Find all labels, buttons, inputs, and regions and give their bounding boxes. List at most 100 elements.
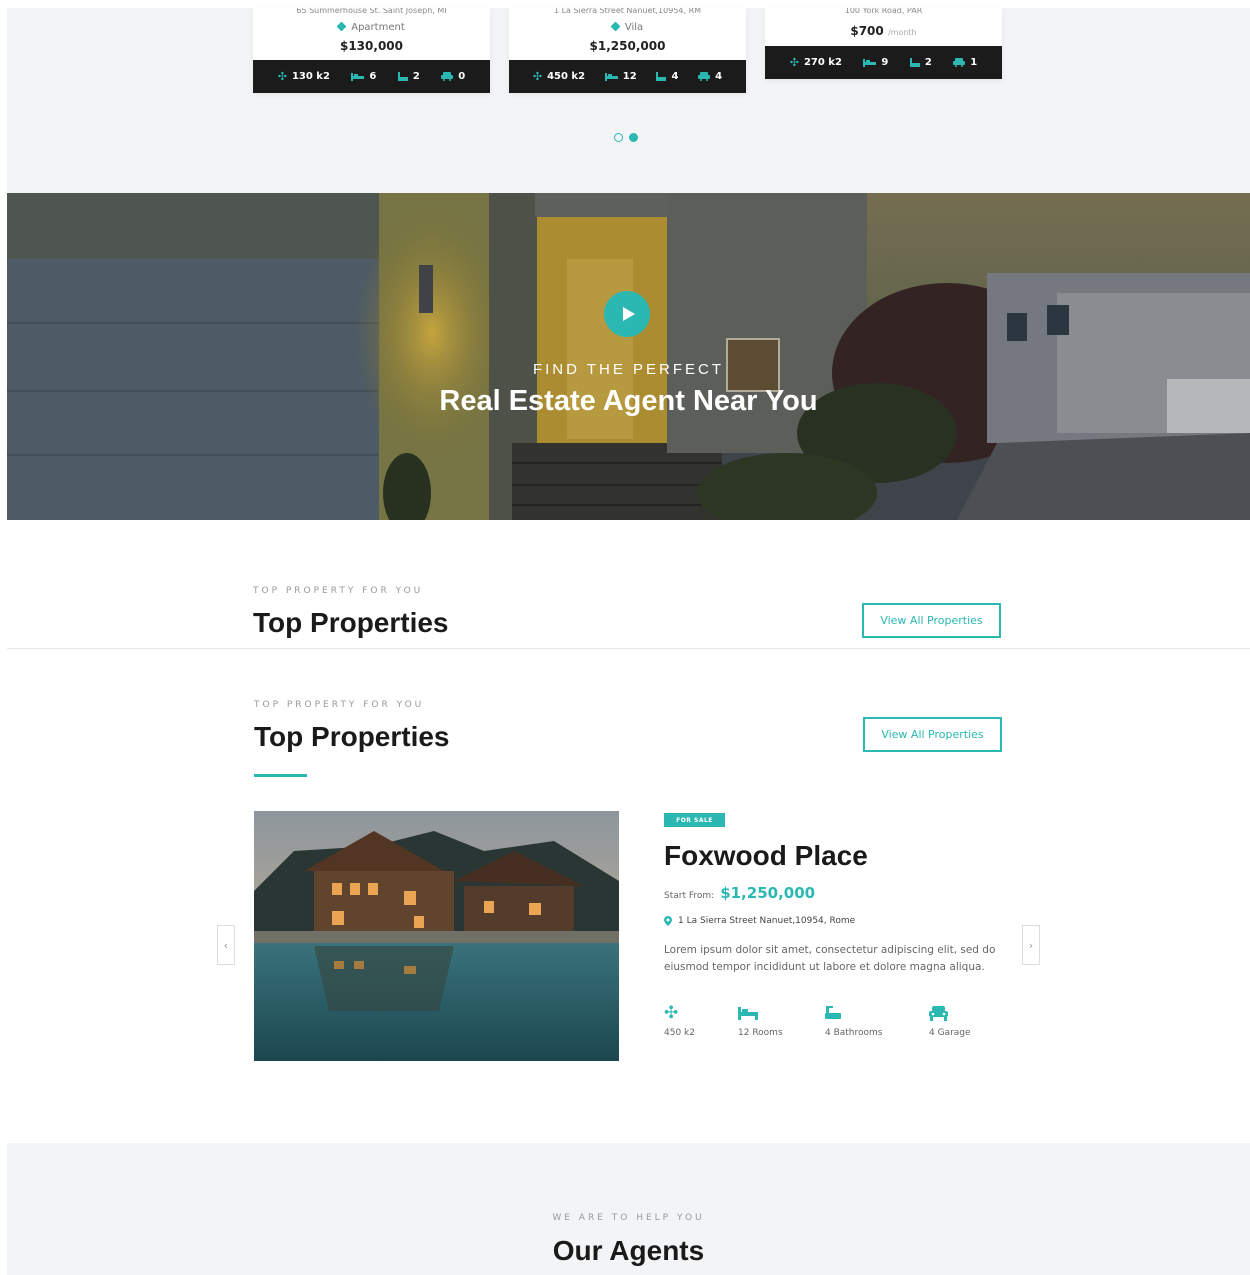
bath-icon (909, 57, 920, 67)
listing-price-value: $130,000 (339, 39, 403, 53)
listing-carousel: 65 Summerhouse St. Saint Joseph, MI Apar… (7, 8, 1250, 193)
carousel-pagination (614, 133, 638, 142)
price-label: Start From: (664, 891, 715, 901)
prev-arrow-button[interactable]: ‹ (217, 925, 235, 965)
section-label: TOP PROPERTY FOR YOU (253, 586, 424, 596)
listing-address: 65 Summerhouse St. Saint Joseph, MI (296, 8, 447, 15)
property-address: 1 La Sierra Street Nanuet,10954, Rome (664, 916, 855, 926)
listing-type: Apartment (253, 21, 490, 33)
beds-value: 9 (881, 57, 889, 68)
baths-value: 2 (924, 57, 932, 68)
beds-value: 6 (369, 71, 377, 82)
listing-price: $1,250,000 (509, 39, 746, 53)
hero-title: Real Estate Agent Near You (439, 385, 818, 417)
bed-icon (351, 73, 365, 81)
property-address-text: 1 La Sierra Street Nanuet,10954, Rome (678, 916, 856, 926)
garage-value: 4 (715, 71, 723, 82)
car-icon (698, 72, 711, 81)
listing-card[interactable]: 65 Summerhouse St. Saint Joseph, MI Apar… (253, 8, 490, 93)
area-value: 130 k2 (291, 71, 330, 82)
chevron-right-icon: › (1028, 938, 1034, 952)
feature-rooms: 12 Rooms (738, 1004, 783, 1038)
listing-feature-bar: ✣ 270 k2 9 2 1 (765, 46, 1002, 79)
for-sale-badge: FOR SALE (664, 813, 725, 827)
bath-icon (656, 71, 667, 81)
arrows-icon: ✣ (277, 70, 287, 83)
feature-area: ✣ 450 k2 (664, 1004, 695, 1038)
section-title: Top Properties (254, 721, 450, 752)
area-feature: ✣ 130 k2 (278, 70, 330, 83)
listing-type-label: Vila (624, 22, 644, 33)
bath-icon (825, 1004, 882, 1022)
listing-price: $700 /month (765, 24, 1002, 38)
beds-feature: 6 (351, 71, 376, 82)
arrows-icon: ✣ (789, 56, 799, 69)
baths-value: 2 (412, 71, 420, 82)
agents-label: WE ARE TO HELP YOU (552, 1213, 705, 1223)
listing-price-value: $700 (850, 24, 884, 38)
feature-bathrooms: 4 Bathrooms (825, 1004, 882, 1038)
property-description: Lorem ipsum dolor sit amet, consectetur … (664, 944, 996, 973)
area-value: 270 k2 (803, 57, 842, 68)
garage-feature: 0 (441, 71, 465, 82)
page: 65 Summerhouse St. Saint Joseph, MI Apar… (0, 0, 1250, 1275)
car-icon (953, 58, 966, 67)
listing-feature-bar: ✣ 130 k2 6 2 0 (253, 60, 490, 93)
next-arrow-button[interactable]: › (1022, 925, 1040, 965)
listing-type-label: Apartment (351, 22, 405, 33)
listing-card-body: 100 York Road, PAR $700 /month (765, 8, 1002, 38)
section-title: Top Properties (253, 607, 449, 638)
section-label: TOP PROPERTY FOR YOU (254, 700, 425, 710)
view-all-properties-button[interactable]: View All Properties (862, 603, 1001, 638)
car-icon (441, 72, 454, 81)
property-price: $1,250,000 (720, 884, 816, 902)
bed-icon (738, 1004, 783, 1022)
hero-banner: FIND THE PERFECT Real Estate Agent Near … (7, 193, 1250, 520)
baths-value: 4 (671, 71, 679, 82)
property-price-row: Start From: $1,250,000 (664, 884, 815, 902)
listing-card-body: 1 La Sierra Street Nanuet,10954, RM Vila… (509, 8, 746, 53)
listing-card-body: 65 Summerhouse St. Saint Joseph, MI Apar… (253, 8, 490, 53)
agents-section: WE ARE TO HELP YOU Our Agents (7, 1143, 1250, 1275)
property-photo-illustration (254, 811, 619, 1061)
view-all-properties-button[interactable]: View All Properties (863, 717, 1002, 752)
carousel-dot[interactable] (614, 133, 623, 142)
tag-icon (610, 21, 621, 32)
beds-value: 12 (622, 71, 637, 82)
baths-feature: 2 (397, 71, 420, 82)
listing-feature-bar: ✣ 450 k2 12 4 4 (509, 60, 746, 93)
feature-garage: 4 Garage (929, 1004, 971, 1038)
listing-card[interactable]: 1 La Sierra Street Nanuet,10954, RM Vila… (509, 8, 746, 93)
property-features: ✣ 450 k2 12 Rooms 4 Bathrooms 4 Garage (664, 1004, 1004, 1044)
baths-feature: 4 (656, 71, 678, 82)
carousel-dot-active[interactable] (629, 133, 638, 142)
feature-label: 4 Garage (929, 1028, 971, 1038)
feature-label: 12 Rooms (738, 1028, 783, 1038)
listing-card[interactable]: 100 York Road, PAR $700 /month ✣ 270 k2 9… (765, 8, 1002, 79)
feature-label: 4 Bathrooms (825, 1028, 883, 1038)
car-icon (929, 1004, 971, 1022)
area-feature: ✣ 270 k2 (790, 56, 842, 69)
listing-type: Vila (509, 21, 746, 33)
hero-house-illustration (7, 193, 1250, 520)
baths-feature: 2 (909, 57, 932, 68)
hero-subtitle: FIND THE PERFECT (532, 361, 725, 378)
listing-address: 1 La Sierra Street Nanuet,10954, RM (553, 8, 702, 15)
bath-icon (397, 71, 408, 81)
agents-title: Our Agents (552, 1235, 705, 1266)
area-feature: ✣ 450 k2 (533, 70, 585, 83)
property-image[interactable] (254, 811, 619, 1061)
play-video-button[interactable] (604, 291, 650, 337)
bed-icon (863, 59, 877, 67)
beds-feature: 12 (604, 71, 637, 82)
tag-icon (336, 21, 347, 32)
arrows-icon: ✣ (532, 70, 543, 83)
property-name[interactable]: Foxwood Place (664, 840, 868, 872)
title-accent-bar (254, 774, 307, 777)
garage-value: 1 (970, 57, 978, 68)
listing-price-value: $1,250,000 (589, 39, 666, 53)
area-value: 450 k2 (547, 71, 586, 82)
garage-value: 0 (458, 71, 466, 82)
garage-feature: 4 (698, 71, 722, 82)
listing-price: $130,000 (253, 39, 490, 53)
